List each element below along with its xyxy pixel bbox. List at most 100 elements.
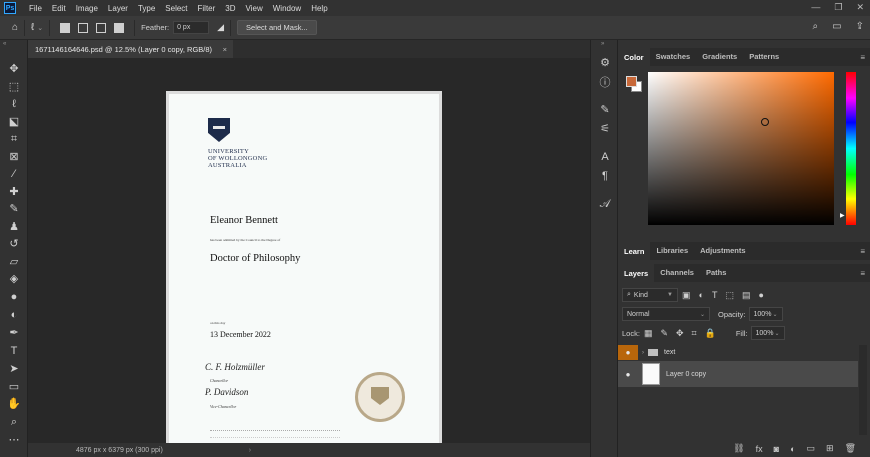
lasso-tool-icon[interactable]: ℓ — [31, 22, 34, 33]
zoom-tool-icon[interactable]: ⌕ — [6, 415, 22, 429]
canvas-background[interactable]: UNIVERSITY OF WOLLONGONG AUSTRALIA Elean… — [28, 58, 590, 451]
tab-layers[interactable]: Layers — [618, 264, 655, 282]
menu-3d[interactable]: 3D — [220, 4, 240, 13]
group-icon[interactable]: ▭ — [807, 443, 816, 454]
search-icon[interactable]: ⌕ — [813, 21, 819, 32]
add-selection-icon[interactable] — [78, 22, 89, 33]
close-tab-icon[interactable]: × — [223, 45, 227, 54]
hand-tool-icon[interactable]: ✋ — [6, 397, 22, 411]
select-and-mask-button[interactable]: Select and Mask... — [237, 20, 317, 35]
close-icon[interactable]: ✕ — [856, 2, 864, 13]
filter-smart-object-icon[interactable]: ▤ — [742, 290, 751, 301]
color-picker-field[interactable] — [648, 72, 834, 225]
subtract-selection-icon[interactable] — [96, 22, 107, 33]
minimize-icon[interactable]: — — [811, 2, 820, 13]
tab-paths[interactable]: Paths — [700, 268, 732, 282]
filter-type-icon[interactable]: T — [712, 290, 718, 300]
collapse-icon[interactable]: » — [601, 41, 604, 47]
layer-row-text[interactable]: ● › text — [618, 345, 858, 360]
menu-file[interactable]: File — [24, 4, 47, 13]
tab-color[interactable]: Color — [618, 48, 650, 66]
history-brush-tool-icon[interactable]: ↺ — [6, 237, 22, 251]
lock-artboard-icon[interactable]: ⌗ — [692, 328, 697, 339]
panel-menu-icon[interactable]: ≡ — [860, 53, 865, 62]
rectangle-tool-icon[interactable]: ▭ — [6, 380, 22, 394]
certificate-image[interactable]: UNIVERSITY OF WOLLONGONG AUSTRALIA Elean… — [166, 91, 442, 451]
mask-icon[interactable]: ◙ — [774, 444, 779, 454]
brush-tool-icon[interactable]: ✎ — [6, 202, 22, 216]
tab-libraries[interactable]: Libraries — [650, 246, 694, 260]
more-tools-icon[interactable]: ⋯ — [6, 433, 22, 447]
tab-gradients[interactable]: Gradients — [696, 52, 743, 66]
fx-icon[interactable]: fx — [756, 444, 763, 454]
healing-tool-icon[interactable]: ✚ — [6, 185, 22, 199]
share-icon[interactable]: ⇪ — [856, 21, 864, 32]
paint-bucket-tool-icon[interactable]: ◈ — [6, 272, 22, 286]
glyphs-icon[interactable]: 𝒜 — [597, 197, 613, 211]
intersect-selection-icon[interactable] — [114, 22, 125, 33]
blur-tool-icon[interactable]: ● — [6, 290, 22, 304]
tab-patterns[interactable]: Patterns — [743, 52, 785, 66]
menu-type[interactable]: Type — [133, 4, 160, 13]
chevron-down-icon[interactable]: ⌄ — [37, 24, 43, 32]
color-picker-cursor[interactable] — [761, 118, 769, 126]
blend-mode-dropdown[interactable]: Normal ⌄ — [622, 307, 710, 321]
menu-edit[interactable]: Edit — [47, 4, 71, 13]
new-selection-icon[interactable] — [60, 22, 71, 33]
tool-presets-icon[interactable]: ⚟ — [597, 122, 613, 136]
stamp-tool-icon[interactable]: ♟ — [6, 220, 22, 234]
menu-image[interactable]: Image — [71, 4, 103, 13]
fill-input[interactable]: 100% ⌄ — [750, 326, 785, 340]
menu-window[interactable]: Window — [268, 4, 306, 13]
tab-channels[interactable]: Channels — [654, 268, 700, 282]
opacity-input[interactable]: 100% ⌄ — [748, 307, 783, 321]
tab-learn[interactable]: Learn — [618, 242, 651, 260]
crop-tool-icon[interactable]: ⌗ — [6, 132, 22, 146]
filter-toggle-icon[interactable]: ● — [758, 290, 763, 300]
document-tab[interactable]: 1671146164646.psd @ 12.5% (Layer 0 copy,… — [28, 40, 233, 58]
filter-adjustment-icon[interactable]: ◐ — [699, 290, 704, 300]
home-icon[interactable]: ⌂ — [12, 22, 18, 33]
menu-layer[interactable]: Layer — [103, 4, 133, 13]
menu-view[interactable]: View — [241, 4, 268, 13]
info-icon[interactable]: ⓘ — [597, 76, 613, 90]
restore-icon[interactable]: ❐ — [834, 2, 842, 13]
foreground-color-swatch[interactable] — [626, 76, 637, 87]
eyedropper-tool-icon[interactable]: ⁄ — [6, 167, 22, 181]
layers-scrollbar[interactable] — [859, 345, 867, 435]
status-chevron-icon[interactable]: › — [249, 447, 251, 454]
eye-icon[interactable]: ● — [618, 370, 638, 379]
marquee-tool-icon[interactable]: ⬚ — [6, 80, 22, 94]
filter-pixel-icon[interactable]: ▣ — [682, 290, 691, 301]
dodge-tool-icon[interactable]: ◐ — [6, 308, 22, 322]
lock-image-icon[interactable]: ✎ — [660, 328, 668, 339]
photoshop-logo-icon[interactable]: Ps — [4, 2, 16, 14]
link-icon[interactable]: ⛓ — [733, 443, 744, 454]
object-select-tool-icon[interactable]: ⬕ — [6, 115, 22, 129]
menu-help[interactable]: Help — [306, 4, 332, 13]
menu-filter[interactable]: Filter — [193, 4, 221, 13]
adjustment-icon[interactable]: ◐ — [790, 444, 795, 454]
chevron-right-icon[interactable]: › — [642, 350, 644, 356]
pen-tool-icon[interactable]: ✒ — [6, 326, 22, 340]
path-select-tool-icon[interactable]: ➤ — [6, 362, 22, 376]
frame-tool-icon[interactable]: ⊠ — [6, 150, 22, 164]
lock-all-icon[interactable]: 🔒 — [705, 328, 716, 339]
move-tool-icon[interactable]: ✥ — [6, 62, 22, 76]
eye-icon[interactable]: ● — [618, 345, 638, 360]
paragraph-icon[interactable]: ¶ — [597, 169, 613, 183]
lasso-tool-icon[interactable]: ℓ — [6, 97, 22, 111]
hue-slider[interactable] — [846, 72, 856, 225]
hue-slider-handle-icon[interactable]: ▶ — [840, 212, 845, 219]
panel-menu-icon[interactable]: ≡ — [860, 269, 865, 278]
tab-adjustments[interactable]: Adjustments — [694, 246, 751, 260]
lock-position-icon[interactable]: ✥ — [676, 328, 684, 339]
filter-shape-icon[interactable]: ⬚ — [725, 290, 734, 301]
new-layer-icon[interactable]: ⊞ — [826, 443, 834, 454]
type-tool-icon[interactable]: T — [6, 344, 22, 358]
workspace-icon[interactable]: ▭ — [832, 21, 841, 32]
menu-select[interactable]: Select — [160, 4, 192, 13]
tab-swatches[interactable]: Swatches — [650, 52, 697, 66]
panel-menu-icon[interactable]: ≡ — [860, 247, 865, 256]
lock-transparent-icon[interactable]: ▦ — [644, 328, 653, 339]
